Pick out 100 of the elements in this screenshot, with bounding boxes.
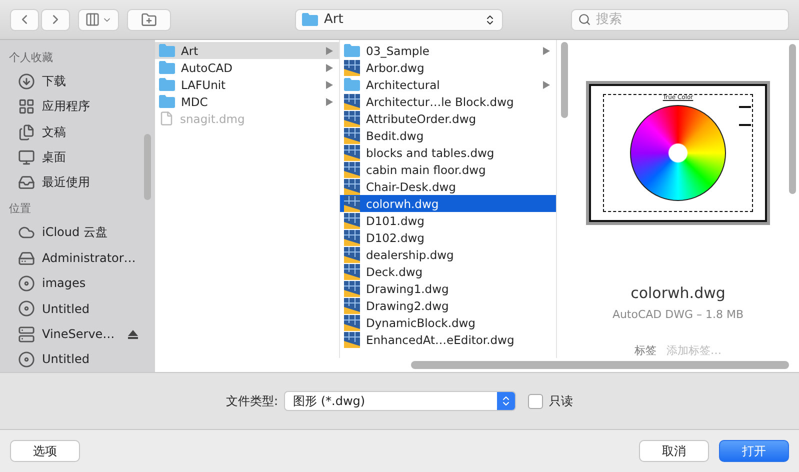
disk-icon <box>18 300 35 318</box>
file-row[interactable]: D102.dwg <box>340 229 556 246</box>
drawing-file-icon <box>344 212 360 228</box>
new-folder-icon <box>141 12 157 28</box>
new-folder-button[interactable] <box>127 8 171 30</box>
updown-icon <box>484 14 496 26</box>
disk-icon <box>18 350 35 368</box>
drawing-file-icon <box>344 162 360 178</box>
disclosure-arrow-icon <box>326 46 333 54</box>
readonly-label: 只读 <box>549 392 574 410</box>
sidebar-item[interactable]: 应用程序 <box>0 94 155 120</box>
drawing-file-icon <box>344 60 360 76</box>
preview-info: AutoCAD DWG – 1.8 MB <box>612 308 744 321</box>
download-icon <box>18 73 35 90</box>
disclosure-arrow-icon <box>326 64 333 72</box>
file-row[interactable]: Deck.dwg <box>340 263 556 280</box>
drawing-file-icon <box>344 128 360 144</box>
disclosure-arrow-icon <box>326 80 333 88</box>
tags-label: 标签 <box>634 343 656 358</box>
grid-icon <box>18 98 35 116</box>
drawing-file-icon <box>344 144 360 160</box>
file-type-select[interactable]: 图形 (*.dwg) <box>284 391 516 411</box>
file-row[interactable]: Architectur…le Block.dwg <box>340 93 556 110</box>
file-row[interactable]: Architectural <box>340 76 556 93</box>
folder-icon <box>302 13 318 26</box>
drawing-file-icon <box>344 196 360 212</box>
drawing-file-icon <box>344 178 360 194</box>
sidebar-item[interactable]: images <box>0 270 155 296</box>
path-popup[interactable]: Art <box>295 8 503 30</box>
readonly-checkbox[interactable] <box>528 394 544 408</box>
dialog-button[interactable]: 取消 <box>639 440 709 462</box>
scrollbar-thumb[interactable] <box>789 44 796 194</box>
disclosure-arrow-icon <box>326 98 333 106</box>
file-row[interactable]: Bedit.dwg <box>340 127 556 144</box>
sidebar-item[interactable]: 最近使用 <box>0 170 155 196</box>
disclosure-arrow-icon <box>543 46 550 54</box>
scrollbar-thumb[interactable] <box>561 42 568 118</box>
folder-icon <box>159 44 175 57</box>
drawing-file-icon <box>344 280 360 296</box>
preview-filename: colorwh.dwg <box>630 284 726 302</box>
sidebar-item[interactable]: Untitled <box>0 346 155 372</box>
disclosure-arrow-icon <box>543 80 550 88</box>
sidebar-item[interactable]: Untitled <box>0 296 155 322</box>
sidebar-item[interactable]: VineServe… <box>0 321 155 347</box>
drawing-file-icon <box>344 332 360 348</box>
disk-icon <box>18 274 35 292</box>
file-row[interactable]: EnhancedAt…eEditor.dwg <box>340 331 556 348</box>
file-row[interactable]: DynamicBlock.dwg <box>340 314 556 331</box>
view-mode-button[interactable] <box>78 8 119 30</box>
drawing-file-icon <box>344 264 360 280</box>
back-button[interactable] <box>10 8 39 30</box>
documents-icon <box>18 124 35 141</box>
sidebar-item[interactable]: iCloud 云盘 <box>0 220 155 246</box>
file-row[interactable]: D101.dwg <box>340 212 556 229</box>
sidebar-heading: 个人收藏 <box>8 50 54 66</box>
drawing-file-icon <box>344 94 360 110</box>
file-type-label: 文件类型: <box>226 392 278 410</box>
dialog-button[interactable]: 选项 <box>10 440 80 462</box>
folder-icon <box>159 78 175 91</box>
forward-button[interactable] <box>41 8 70 30</box>
file-row[interactable]: LAFUnit <box>155 76 339 93</box>
sidebar-item[interactable]: Administrator… <box>0 246 155 271</box>
search-icon <box>578 12 591 26</box>
server-icon <box>18 326 35 343</box>
file-row[interactable]: cabin main floor.dwg <box>340 161 556 178</box>
file-row[interactable]: Drawing2.dwg <box>340 297 556 314</box>
folder-icon <box>159 61 175 74</box>
file-row[interactable]: dealership.dwg <box>340 246 556 263</box>
sidebar-heading: 位置 <box>8 201 32 218</box>
file-row[interactable]: AttributeOrder.dwg <box>340 110 556 127</box>
file-row[interactable]: 03_Sample <box>340 42 556 59</box>
columns-icon <box>85 12 100 27</box>
file-row[interactable]: Chair-Desk.dwg <box>340 178 556 195</box>
file-row[interactable]: blocks and tables.dwg <box>340 144 556 161</box>
folder-icon <box>159 95 175 108</box>
file-row[interactable]: AutoCAD <box>155 59 339 76</box>
drawing-file-icon <box>344 246 360 262</box>
drawing-file-icon <box>344 314 360 330</box>
drawing-file-icon <box>344 110 360 126</box>
drawing-file-icon <box>344 230 360 246</box>
sidebar-item[interactable]: 桌面 <box>0 144 155 170</box>
sidebar-item[interactable]: 下载 <box>0 69 155 94</box>
drive-icon <box>18 250 35 267</box>
file-icon <box>159 111 174 126</box>
drawing-file-icon <box>344 298 360 314</box>
file-row[interactable]: colorwh.dwg <box>340 195 556 212</box>
sidebar-item[interactable]: 文稿 <box>0 120 155 145</box>
tray-icon <box>18 174 35 192</box>
file-row[interactable]: Art <box>155 42 339 59</box>
search-field[interactable]: 搜索 <box>571 8 789 30</box>
monitor-icon <box>18 148 35 166</box>
scrollbar-thumb[interactable] <box>411 361 789 369</box>
folder-icon <box>344 78 360 91</box>
scrollbar-thumb[interactable] <box>144 134 151 200</box>
file-row[interactable]: Arbor.dwg <box>340 59 556 76</box>
eject-icon[interactable] <box>128 330 138 339</box>
folder-icon <box>344 44 360 57</box>
file-row[interactable]: MDC <box>155 93 339 110</box>
legend-drawing <box>739 106 751 126</box>
file-row[interactable]: Drawing1.dwg <box>340 280 556 297</box>
